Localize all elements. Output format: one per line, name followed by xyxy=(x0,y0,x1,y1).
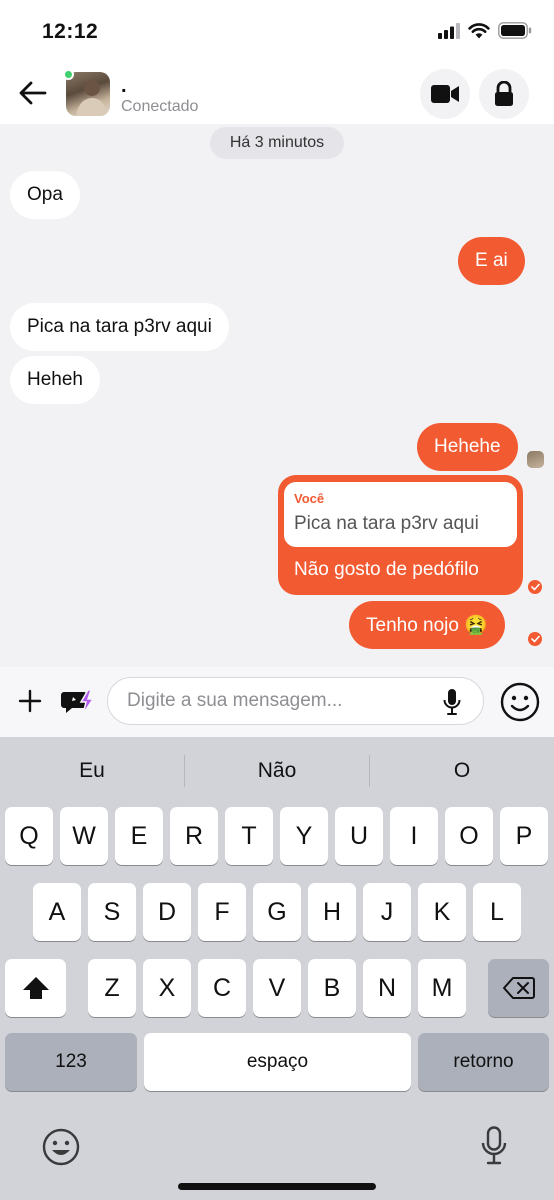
contact-status: Conectado xyxy=(121,98,199,115)
backspace-key[interactable] xyxy=(488,959,549,1017)
space-key[interactable]: espaço xyxy=(144,1033,411,1091)
message-bubble-sent[interactable]: Tenho nojo 🤮 xyxy=(349,601,505,649)
time-separator: Há 3 minutos xyxy=(210,127,344,159)
key[interactable]: O xyxy=(445,807,493,865)
key[interactable]: Z xyxy=(88,959,136,1017)
smiley-icon xyxy=(500,682,540,722)
key[interactable]: G xyxy=(253,883,301,941)
avatar-image xyxy=(76,80,108,116)
key[interactable]: H xyxy=(308,883,356,941)
emoji-button[interactable] xyxy=(497,679,543,725)
key[interactable]: D xyxy=(143,883,191,941)
read-receipt-avatar xyxy=(527,451,544,468)
attach-button[interactable] xyxy=(12,683,48,719)
suggestion-bar: Eu Não O xyxy=(0,737,554,805)
wifi-icon xyxy=(468,22,490,38)
key[interactable]: B xyxy=(308,959,356,1017)
message-bubble-received[interactable]: Heheh xyxy=(10,356,100,404)
key[interactable]: N xyxy=(363,959,411,1017)
plus-icon xyxy=(18,689,42,713)
suggestion-item[interactable]: Eu xyxy=(0,737,184,805)
contact-name[interactable]: . xyxy=(121,76,127,96)
shift-key[interactable] xyxy=(5,959,66,1017)
back-button[interactable] xyxy=(14,74,52,112)
check-icon xyxy=(528,632,542,646)
keyboard: Eu Não O Q W E R T Y U I O P A S D F G H… xyxy=(0,737,554,1200)
key[interactable]: V xyxy=(253,959,301,1017)
lock-button[interactable] xyxy=(479,69,529,119)
key[interactable]: S xyxy=(88,883,136,941)
key[interactable]: F xyxy=(198,883,246,941)
key[interactable]: K xyxy=(418,883,466,941)
check-icon xyxy=(528,580,542,594)
message-bubble-sent[interactable]: Hehehe xyxy=(417,423,518,471)
microphone-icon[interactable] xyxy=(443,688,461,716)
online-indicator xyxy=(63,69,74,80)
suggestion-item[interactable]: Não xyxy=(185,737,369,805)
message-composer xyxy=(0,667,554,737)
chat-area[interactable]: Há 3 minutos Opa E ai Pica na tara p3rv … xyxy=(0,124,554,667)
message-bubble-received[interactable]: Opa xyxy=(10,171,80,219)
chat-header: . Conectado xyxy=(0,62,554,124)
home-indicator xyxy=(178,1183,376,1190)
reply-text: Não gosto de pedófilo xyxy=(294,559,479,580)
lock-icon xyxy=(495,81,513,106)
quick-reply-button[interactable] xyxy=(58,684,98,720)
key[interactable]: I xyxy=(390,807,438,865)
microphone-icon xyxy=(481,1126,507,1165)
key[interactable]: J xyxy=(363,883,411,941)
video-camera-icon xyxy=(431,85,459,103)
status-bar: 12:12 xyxy=(0,0,554,62)
status-icons xyxy=(438,22,532,39)
key[interactable]: C xyxy=(198,959,246,1017)
status-time: 12:12 xyxy=(42,20,99,43)
key[interactable]: L xyxy=(473,883,521,941)
key[interactable]: X xyxy=(143,959,191,1017)
quoted-text: Pica na tara p3rv aqui xyxy=(294,513,479,534)
quoted-author: Você xyxy=(294,491,325,506)
video-call-button[interactable] xyxy=(420,69,470,119)
suggestion-item[interactable]: O xyxy=(370,737,554,805)
key[interactable]: A xyxy=(33,883,81,941)
key[interactable]: Y xyxy=(280,807,328,865)
key[interactable]: M xyxy=(418,959,466,1017)
battery-icon xyxy=(498,22,532,39)
message-bubble-received[interactable]: Pica na tara p3rv aqui xyxy=(10,303,229,351)
key[interactable]: Q xyxy=(5,807,53,865)
key[interactable]: U xyxy=(335,807,383,865)
key[interactable]: E xyxy=(115,807,163,865)
key[interactable]: T xyxy=(225,807,273,865)
key[interactable]: W xyxy=(60,807,108,865)
quoted-message[interactable]: Você Pica na tara p3rv aqui xyxy=(284,482,517,547)
signal-icon xyxy=(438,22,460,39)
key[interactable]: P xyxy=(500,807,548,865)
reply-message-bubble[interactable]: Você Pica na tara p3rv aqui Não gosto de… xyxy=(278,475,523,595)
message-bubble-sent[interactable]: E ai xyxy=(458,237,525,285)
contact-avatar[interactable] xyxy=(66,72,110,116)
message-input-field[interactable] xyxy=(107,677,484,725)
shift-icon xyxy=(22,977,49,999)
chat-bolt-icon xyxy=(61,689,95,715)
dictation-button[interactable] xyxy=(474,1124,514,1168)
back-arrow-icon xyxy=(19,81,47,105)
emoji-keyboard-button[interactable] xyxy=(40,1126,82,1168)
backspace-icon xyxy=(502,977,535,999)
return-key[interactable]: retorno xyxy=(418,1033,549,1091)
message-input[interactable] xyxy=(127,678,427,724)
key[interactable]: R xyxy=(170,807,218,865)
emoji-icon xyxy=(42,1128,80,1166)
numbers-key[interactable]: 123 xyxy=(5,1033,137,1091)
